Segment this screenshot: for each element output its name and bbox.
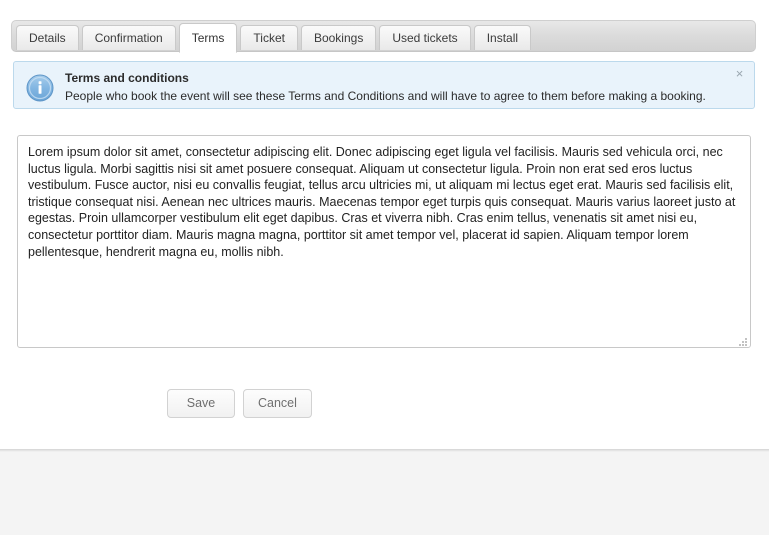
- tab-install[interactable]: Install: [473, 25, 532, 50]
- tab-confirmation[interactable]: Confirmation: [81, 25, 176, 50]
- info-circle-icon: [26, 74, 54, 102]
- tab-bookings[interactable]: Bookings: [300, 25, 377, 50]
- tab-bar: Details Confirmation Terms Ticket Bookin…: [11, 20, 756, 53]
- info-notice-body: Terms and conditions People who book the…: [65, 69, 720, 104]
- tab-ticket[interactable]: Ticket: [240, 25, 298, 50]
- footer-area: [0, 452, 769, 535]
- info-notice: Terms and conditions People who book the…: [13, 61, 755, 109]
- tab-details[interactable]: Details: [16, 25, 79, 50]
- terms-textarea[interactable]: [17, 135, 751, 348]
- save-button[interactable]: Save: [167, 389, 235, 418]
- tab-used-tickets[interactable]: Used tickets: [379, 25, 471, 50]
- cancel-button[interactable]: Cancel: [243, 389, 312, 418]
- info-notice-text: People who book the event will see these…: [65, 89, 706, 103]
- tab-terms[interactable]: Terms: [178, 23, 238, 53]
- info-notice-title: Terms and conditions: [65, 71, 189, 85]
- form-actions: Save Cancel: [167, 389, 320, 418]
- page-root: Details Confirmation Terms Ticket Bookin…: [0, 0, 769, 535]
- close-icon[interactable]: ×: [733, 67, 746, 80]
